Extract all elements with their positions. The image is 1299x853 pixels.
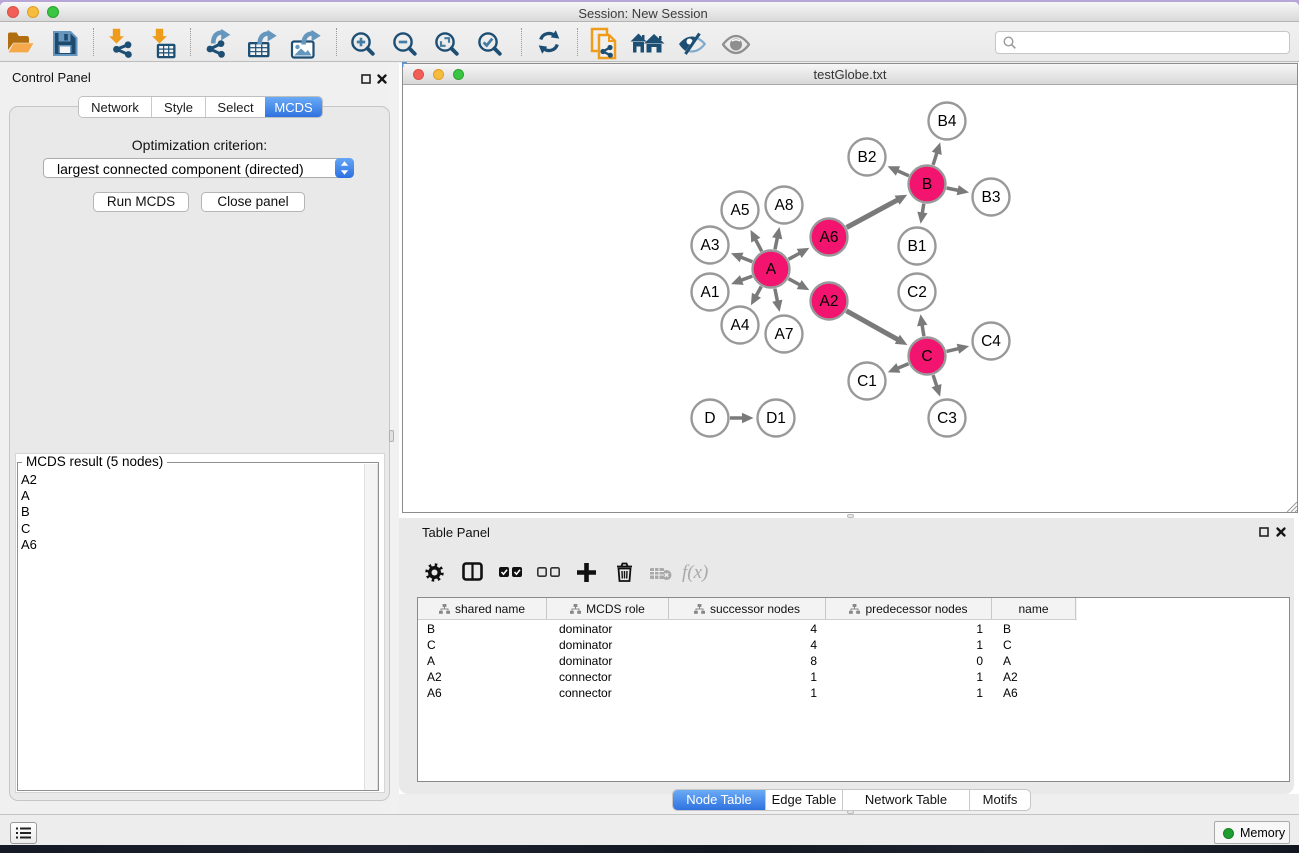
svg-text:B1: B1 <box>908 238 927 255</box>
svg-text:B2: B2 <box>858 149 877 166</box>
svg-text:A7: A7 <box>775 326 794 343</box>
svg-text:A3: A3 <box>701 237 720 254</box>
svg-text:B: B <box>922 176 932 193</box>
svg-text:C2: C2 <box>907 284 927 301</box>
svg-text:C4: C4 <box>981 333 1001 350</box>
svg-text:C: C <box>921 348 932 365</box>
svg-text:C3: C3 <box>937 410 957 427</box>
svg-text:A: A <box>766 261 777 278</box>
svg-text:A2: A2 <box>820 293 839 310</box>
svg-text:A8: A8 <box>775 197 794 214</box>
svg-text:B4: B4 <box>938 113 957 130</box>
svg-text:D1: D1 <box>766 410 786 427</box>
svg-text:D: D <box>704 410 715 427</box>
svg-text:C1: C1 <box>857 373 877 390</box>
svg-text:A1: A1 <box>701 284 720 301</box>
svg-text:B3: B3 <box>982 189 1001 206</box>
svg-text:A4: A4 <box>731 317 750 334</box>
svg-text:A5: A5 <box>731 202 750 219</box>
svg-text:A6: A6 <box>820 229 839 246</box>
